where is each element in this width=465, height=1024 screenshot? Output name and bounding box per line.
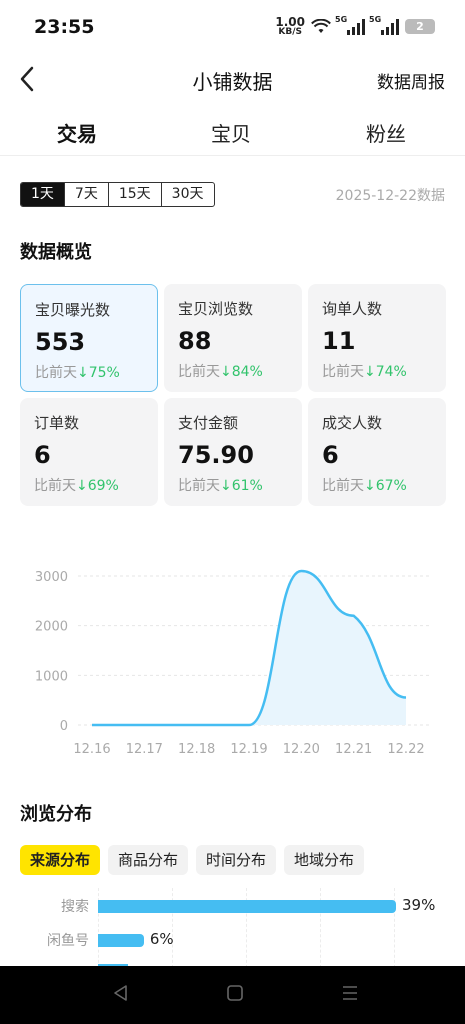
browse-title: 浏览分布 — [20, 804, 92, 825]
metric-value: 6 — [322, 441, 339, 469]
compare-prefix: 比前天 — [178, 478, 220, 494]
metric-value: 88 — [178, 327, 212, 355]
range-option-7d[interactable]: 7天 — [65, 183, 109, 206]
x-tick-label: 12.21 — [335, 742, 372, 757]
metric-card-views[interactable]: 宝贝浏览数 88 比前天↓84% — [164, 284, 302, 392]
metric-label: 询单人数 — [322, 300, 383, 318]
tab-label: 宝贝 — [211, 122, 251, 146]
metric-label: 成交人数 — [322, 414, 383, 432]
main-tabs: 交易 宝贝 粉丝 — [0, 112, 465, 156]
overview-cards: 宝贝曝光数 553 比前天↓75% 宝贝浏览数 88 比前天↓84% 询单人数 … — [20, 284, 446, 506]
overview-title: 数据概览 — [20, 242, 92, 263]
tab-label: 粉丝 — [366, 122, 406, 146]
x-tick-label: 12.19 — [230, 742, 267, 757]
y-tick-label: 1000 — [35, 669, 68, 684]
tab-fans[interactable]: 粉丝 — [366, 118, 406, 147]
y-tick-label: 3000 — [35, 570, 68, 585]
chip-source[interactable]: 来源分布 — [20, 845, 101, 875]
network-speed-unit: KB/S — [278, 27, 302, 37]
distribution-row: 闲鱼号 6% — [0, 930, 465, 950]
compare-prefix: 比前天 — [322, 478, 364, 494]
tab-items[interactable]: 宝贝 — [211, 118, 251, 147]
series-area — [92, 571, 406, 725]
network-speed: 1.00 KB/S — [275, 16, 305, 37]
metric-value: 553 — [35, 328, 86, 356]
tab-label: 交易 — [57, 122, 97, 146]
metric-change: ↓74% — [364, 364, 407, 380]
metric-change: ↓61% — [220, 478, 263, 494]
chip-region[interactable]: 地域分布 — [284, 845, 365, 875]
signal-icon: 5G — [335, 15, 365, 35]
distribution-label: 闲鱼号 — [47, 933, 89, 949]
metric-card-buyers[interactable]: 成交人数 6 比前天↓67% — [308, 398, 446, 506]
compare-prefix: 比前天 — [322, 364, 364, 380]
status-icons: 1.00 KB/S 5G 5G 2 — [275, 15, 435, 37]
trend-chart: 0 1000 2000 3000 12.16 12.17 12.18 12.19 12.20 12… — [35, 569, 430, 757]
metric-label: 宝贝浏览数 — [178, 300, 254, 318]
distribution-tabs: 来源分布 商品分布 时间分布 地域分布 — [20, 845, 365, 875]
chip-time[interactable]: 时间分布 — [196, 845, 277, 875]
x-tick-label: 12.18 — [178, 742, 215, 757]
compare-prefix: 比前天 — [34, 478, 76, 494]
wifi-icon — [311, 18, 331, 33]
metric-compare: 比前天↓74% — [322, 361, 432, 381]
distribution-bar — [98, 934, 144, 947]
distribution-row: 搜索 39% — [0, 896, 465, 916]
nav-back-icon[interactable] — [112, 984, 128, 1002]
date-range-selector: 1天 7天 15天 30天 — [20, 182, 215, 207]
tab-trade[interactable]: 交易 — [55, 118, 99, 147]
metric-value: 6 — [34, 441, 51, 469]
metric-change: ↓67% — [364, 478, 407, 494]
metric-label: 订单数 — [34, 414, 80, 432]
compare-prefix: 比前天 — [35, 365, 77, 381]
status-time: 23:55 — [34, 16, 95, 38]
metric-value: 75.90 — [178, 441, 254, 469]
distribution-bar — [98, 900, 396, 913]
nav-home-icon[interactable] — [226, 984, 244, 1002]
metric-compare: 比前天↓75% — [35, 362, 143, 382]
x-tick-label: 12.16 — [73, 742, 110, 757]
metric-change: ↓69% — [76, 478, 119, 494]
battery-icon: 2 — [405, 19, 435, 34]
range-option-30d[interactable]: 30天 — [162, 183, 214, 206]
metric-card-inquiries[interactable]: 询单人数 11 比前天↓74% — [308, 284, 446, 392]
metric-compare: 比前天↓84% — [178, 361, 288, 381]
metric-compare: 比前天↓67% — [322, 475, 432, 495]
x-tick-label: 12.17 — [126, 742, 163, 757]
nav-menu-icon[interactable] — [341, 984, 359, 1002]
metric-change: ↓84% — [220, 364, 263, 380]
range-option-1d[interactable]: 1天 — [21, 183, 65, 206]
system-navigation-bar — [0, 966, 465, 1024]
y-tick-label: 0 — [60, 719, 68, 734]
metric-value: 11 — [322, 327, 356, 355]
network-type: 5G — [335, 14, 348, 24]
distribution-percent: 6% — [149, 930, 174, 948]
range-option-15d[interactable]: 15天 — [109, 183, 162, 206]
chip-product[interactable]: 商品分布 — [108, 845, 189, 875]
y-tick-label: 2000 — [35, 620, 68, 635]
x-tick-label: 12.22 — [387, 742, 424, 757]
metric-card-payment[interactable]: 支付金额 75.90 比前天↓61% — [164, 398, 302, 506]
distribution-percent: 39% — [402, 896, 436, 914]
metric-card-orders[interactable]: 订单数 6 比前天↓69% — [20, 398, 158, 506]
source-distribution-chart: 搜索 39% 闲鱼号 6% — [0, 888, 465, 970]
metric-label: 宝贝曝光数 — [35, 301, 111, 319]
data-date: 2025-12-22数据 — [335, 188, 445, 204]
compare-prefix: 比前天 — [178, 364, 220, 380]
distribution-label: 搜索 — [61, 899, 89, 915]
metric-compare: 比前天↓61% — [178, 475, 288, 495]
signal-icon: 5G — [369, 15, 399, 35]
weekly-report-link[interactable]: 数据周报 — [377, 68, 445, 93]
metric-change: ↓75% — [77, 365, 120, 381]
metric-label: 支付金额 — [178, 414, 239, 432]
metric-card-exposure[interactable]: 宝贝曝光数 553 比前天↓75% — [20, 284, 158, 392]
top-navigation: 小铺数据 数据周报 — [0, 58, 465, 102]
x-tick-label: 12.20 — [283, 742, 320, 757]
network-type: 5G — [369, 14, 382, 24]
status-bar: 23:55 1.00 KB/S 5G 5G 2 — [0, 0, 465, 56]
metric-compare: 比前天↓69% — [34, 475, 144, 495]
